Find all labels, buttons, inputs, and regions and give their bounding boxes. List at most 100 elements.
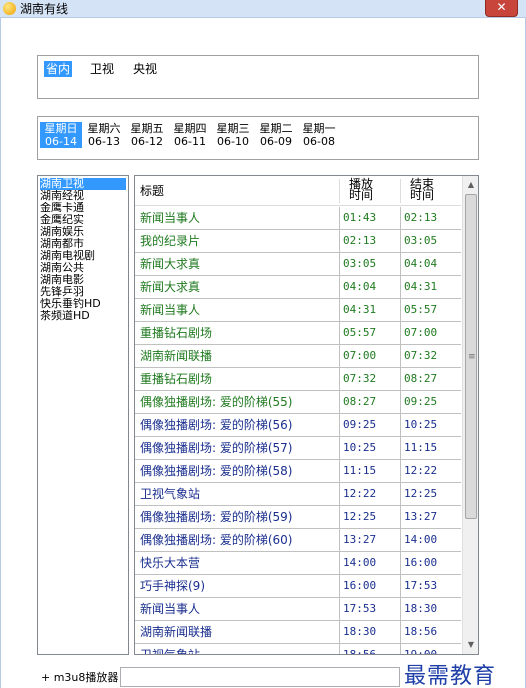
day-date: 06-13 [88, 135, 120, 148]
program-start-time: 01:43 [343, 211, 377, 224]
cell-divider [400, 460, 401, 483]
column-header-end[interactable]: 结束 时间 [402, 176, 442, 206]
tab-satellite[interactable]: 卫视 [88, 61, 116, 77]
cell-divider [400, 414, 401, 437]
tab-cctv[interactable]: 央视 [131, 61, 159, 77]
table-row[interactable]: 偶像独播剧场: 爱的阶梯(60) 13:27 14:00 [135, 529, 461, 552]
cell-divider [400, 230, 401, 253]
table-row[interactable]: 快乐大本营 14:00 16:00 [135, 552, 461, 575]
grip-icon: ≡ [468, 352, 476, 362]
table-row[interactable]: 巧手神探(9) 16:00 17:53 [135, 575, 461, 598]
program-end-time: 04:31 [404, 280, 438, 293]
vertical-scrollbar[interactable]: ▲ ≡ ▼ [462, 176, 478, 654]
table-row[interactable]: 新闻当事人 17:53 18:30 [135, 598, 461, 621]
day-tab[interactable]: 星期日 06-14 [40, 122, 82, 148]
day-weekday: 星期一 [302, 122, 336, 135]
channel-item[interactable]: 湖南公共 [40, 262, 126, 274]
channel-item[interactable]: 金鹰卡通 [40, 202, 126, 214]
program-title: 我的纪录片 [140, 234, 201, 248]
table-row[interactable]: 偶像独播剧场: 爱的阶梯(58) 11:15 12:22 [135, 460, 461, 483]
channel-item[interactable]: 湖南娱乐 [40, 226, 126, 238]
channel-item[interactable]: 湖南经视 [40, 190, 126, 202]
program-start-time: 07:00 [343, 349, 377, 362]
program-end-time: 12:25 [404, 487, 438, 500]
program-start-time: 13:27 [343, 533, 377, 546]
day-tab[interactable]: 星期一 06-08 [298, 122, 340, 148]
scroll-up-icon[interactable]: ▲ [463, 177, 478, 193]
program-title: 新闻当事人 [140, 602, 201, 616]
program-table[interactable]: 标题 播放 时间 结束 时间 新闻当事人 01:43 02:13 我的纪录片 02:13 03… [134, 175, 479, 655]
cell-divider [339, 437, 340, 460]
column-header-title[interactable]: 标题 [140, 176, 164, 206]
scroll-down-icon[interactable]: ▼ [463, 637, 478, 653]
program-end-time: 08:27 [404, 372, 438, 385]
channel-item[interactable]: 湖南电影 [40, 274, 126, 286]
program-title: 快乐大本营 [140, 556, 201, 570]
day-tab[interactable]: 星期三 06-10 [212, 122, 254, 148]
day-tab[interactable]: 星期六 06-13 [83, 122, 125, 148]
table-row[interactable]: 我的纪录片 02:13 03:05 [135, 230, 461, 253]
table-row[interactable]: 重播钻石剧场 05:57 07:00 [135, 322, 461, 345]
program-title: 新闻当事人 [140, 303, 201, 317]
program-end-time: 12:22 [404, 464, 438, 477]
tab-provincial[interactable]: 省内 [44, 61, 73, 77]
table-row[interactable]: 新闻大求真 03:05 04:04 [135, 253, 461, 276]
title-bar: 湖南有线 ✕ [0, 0, 526, 18]
scrollbar-thumb[interactable]: ≡ [465, 194, 477, 519]
program-end-time: 09:25 [404, 395, 438, 408]
cell-divider [339, 414, 340, 437]
program-title: 偶像独播剧场: 爱的阶梯(56) [140, 418, 293, 432]
program-start-time: 18:30 [343, 625, 377, 638]
day-tab[interactable]: 星期二 06-09 [255, 122, 297, 148]
table-row[interactable]: 偶像独播剧场: 爱的阶梯(56) 09:25 10:25 [135, 414, 461, 437]
url-input[interactable] [120, 667, 400, 687]
table-row[interactable]: 偶像独播剧场: 爱的阶梯(55) 08:27 09:25 [135, 391, 461, 414]
program-title: 重播钻石剧场 [140, 372, 213, 386]
category-tab-group: 省内 卫视 央视 [37, 55, 479, 99]
channel-item[interactable]: 湖南电视剧 [40, 250, 126, 262]
program-end-time: 05:57 [404, 303, 438, 316]
channel-list[interactable]: 湖南卫视 湖南经视 金鹰卡通 金鹰纪实 湖南娱乐 湖南都市 湖南电视剧 湖南公共… [37, 175, 129, 655]
program-start-time: 07:32 [343, 372, 377, 385]
table-row[interactable]: 卫视气象站 12:22 12:25 [135, 483, 461, 506]
channel-item[interactable]: 茶频道HD [40, 310, 126, 322]
program-title: 偶像独播剧场: 爱的阶梯(59) [140, 510, 293, 524]
program-title: 新闻大求真 [140, 280, 201, 294]
cell-divider [400, 276, 401, 299]
player-label[interactable]: + m3u8播放器 [41, 671, 118, 685]
day-date: 06-14 [45, 135, 77, 148]
channel-item[interactable]: 湖南都市 [40, 238, 126, 250]
day-weekday: 星期四 [173, 122, 207, 135]
channel-item[interactable]: 金鹰纪实 [40, 214, 126, 226]
channel-item[interactable]: 先锋乒羽 [40, 286, 126, 298]
table-row[interactable]: 偶像独播剧场: 爱的阶梯(59) 12:25 13:27 [135, 506, 461, 529]
day-tab[interactable]: 星期五 06-12 [126, 122, 168, 148]
header-line: 时间 [348, 188, 373, 202]
cell-divider [339, 368, 340, 391]
channel-item[interactable]: 湖南卫视 [40, 178, 126, 190]
column-divider[interactable] [339, 179, 340, 203]
cell-divider [400, 253, 401, 276]
table-row[interactable]: 湖南新闻联播 18:30 18:56 [135, 621, 461, 644]
table-row[interactable]: 新闻大求真 04:04 04:31 [135, 276, 461, 299]
close-button[interactable]: ✕ [485, 0, 518, 17]
cell-divider [339, 644, 340, 654]
table-row[interactable]: 新闻当事人 01:43 02:13 [135, 207, 461, 230]
column-divider[interactable] [400, 179, 401, 203]
day-tab[interactable]: 星期四 06-11 [169, 122, 211, 148]
channel-item[interactable]: 快乐垂钓HD [40, 298, 126, 310]
table-row[interactable]: 偶像独播剧场: 爱的阶梯(57) 10:25 11:15 [135, 437, 461, 460]
program-title: 偶像独播剧场: 爱的阶梯(57) [140, 441, 293, 455]
cell-divider [400, 506, 401, 529]
table-row[interactable]: 湖南新闻联播 07:00 07:32 [135, 345, 461, 368]
table-row[interactable]: 新闻当事人 04:31 05:57 [135, 299, 461, 322]
table-row[interactable]: 重播钻石剧场 07:32 08:27 [135, 368, 461, 391]
program-start-time: 12:22 [343, 487, 377, 500]
day-date: 06-12 [131, 135, 163, 148]
table-row[interactable]: 卫视气象站 18:56 19:00 [135, 644, 461, 654]
program-start-time: 10:25 [343, 441, 377, 454]
program-end-time: 07:32 [404, 349, 438, 362]
cell-divider [339, 299, 340, 322]
column-header-start[interactable]: 播放 时间 [341, 176, 381, 206]
program-end-time: 03:05 [404, 234, 438, 247]
